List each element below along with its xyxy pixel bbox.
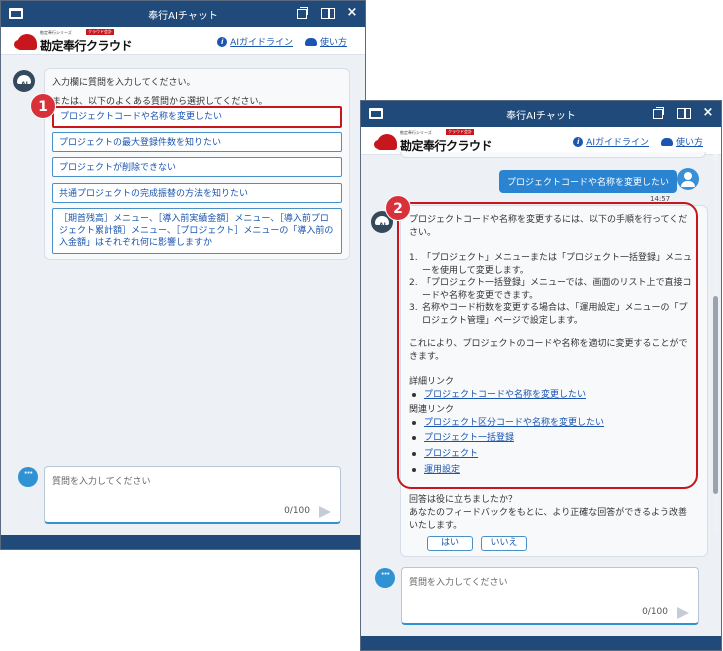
app-header: 勘定奉行シリーズ クラウド会計 勘定奉行クラウド i AIガイドライン 使い方 — [361, 127, 721, 155]
char-counter: 0/100 — [284, 506, 310, 516]
window-footer — [361, 636, 721, 650]
question-input[interactable]: 質問を入力してください 0/100 — [44, 466, 341, 524]
send-icon[interactable] — [677, 607, 690, 619]
feedback-note: あなたのフィードバックをもとに、より正確な回答ができるよう改善いたします。 — [409, 508, 688, 531]
cloud-help-icon — [660, 137, 673, 146]
user-message-bubble: プロジェクトコードや名称を変更したい — [499, 170, 678, 193]
ai-guideline-link[interactable]: i AIガイドライン — [573, 135, 649, 148]
chat-bubble-icon — [375, 568, 395, 588]
char-counter: 0/100 — [642, 607, 668, 617]
scrollbar-thumb[interactable] — [713, 296, 718, 494]
bot-avatar-icon — [13, 70, 35, 92]
info-icon: i — [573, 136, 584, 147]
suggestion-button[interactable]: プロジェクトコードや名称を変更したい — [52, 106, 342, 128]
previous-message-edge — [400, 152, 706, 158]
product-logo: 勘定奉行シリーズ クラウド会計 勘定奉行クラウド — [374, 129, 493, 153]
title-bar: 奉行AIチャット × — [1, 1, 365, 27]
dock-panel-icon[interactable] — [676, 106, 691, 120]
dock-panel-icon[interactable] — [320, 6, 335, 20]
send-icon[interactable] — [319, 506, 332, 518]
cloud-logo-icon — [14, 34, 37, 50]
suggestion-button[interactable]: プロジェクトの最大登録件数を知りたい — [52, 132, 342, 152]
window-footer — [1, 535, 365, 549]
app-header: 勘定奉行シリーズ クラウド会計 勘定奉行クラウド i AIガイドライン 使い方 — [1, 27, 365, 55]
feedback-yes-button[interactable]: はい — [427, 536, 473, 551]
bot-message-line: 入力欄に質問を入力してください。 — [52, 78, 196, 88]
close-icon[interactable]: × — [701, 106, 715, 120]
chat-scrollbar[interactable] — [713, 154, 718, 534]
popout-icon[interactable] — [651, 106, 665, 120]
how-to-link[interactable]: 使い方 — [660, 135, 703, 148]
suggestion-button[interactable]: 共通プロジェクトの完成振替の方法を知りたい — [52, 183, 342, 203]
close-icon[interactable]: × — [345, 6, 359, 20]
info-icon: i — [217, 36, 228, 47]
how-to-link[interactable]: 使い方 — [304, 35, 347, 48]
feedback-question: 回答は役に立ちましたか？ — [409, 495, 518, 505]
suggestion-button[interactable]: プロジェクトが削除できない — [52, 157, 342, 177]
step-marker-2: 2 — [385, 195, 411, 221]
product-logo: 勘定奉行シリーズ クラウド会計 勘定奉行クラウド — [14, 29, 133, 53]
question-input[interactable]: 質問を入力してください 0/100 — [401, 567, 699, 625]
feedback-no-button[interactable]: いいえ — [481, 536, 527, 551]
user-avatar-icon — [677, 168, 699, 190]
answer-highlight-frame — [397, 202, 698, 489]
chat-bubble-icon — [18, 467, 38, 487]
title-bar: 奉行AIチャット × — [361, 101, 721, 127]
step-marker-1: 1 — [30, 93, 56, 119]
suggestion-button[interactable]: ［期首残高］メニュー、［導入前実績金額］メニュー、［導入前プロジェクト累計額］メ… — [52, 208, 342, 254]
popout-icon[interactable] — [295, 6, 309, 20]
cloud-logo-icon — [374, 134, 397, 150]
ai-guideline-link[interactable]: i AIガイドライン — [217, 35, 293, 48]
cloud-help-icon — [304, 37, 317, 46]
